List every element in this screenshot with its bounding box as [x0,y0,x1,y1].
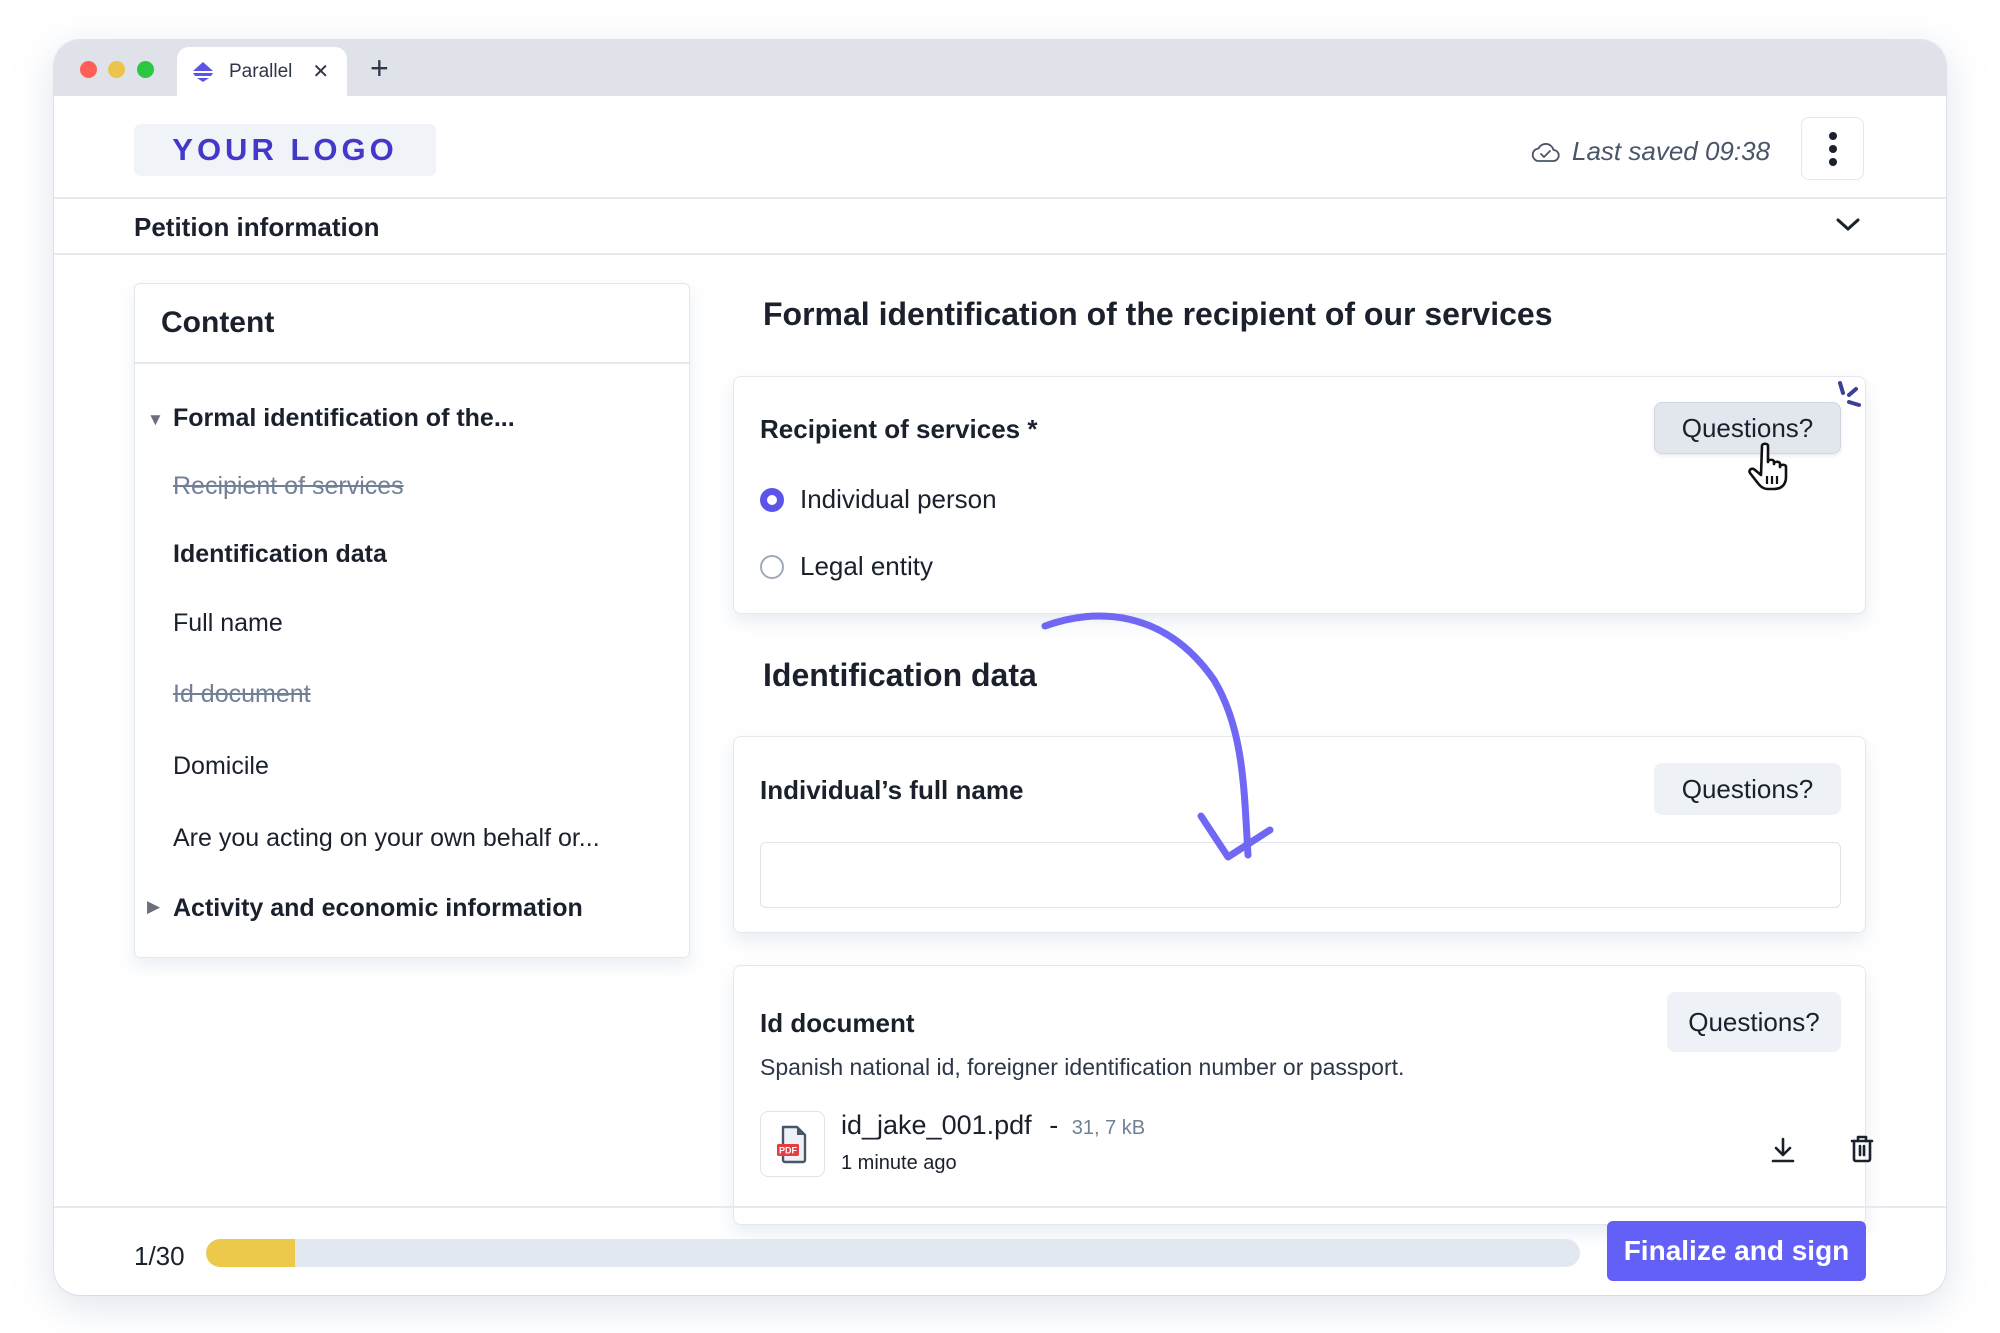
progress-counter: 1/30 [134,1241,185,1271]
file-upload-time: 1 minute ago [841,1152,957,1174]
id-document-label: Id document [760,1008,915,1038]
footer-divider [54,1206,1946,1208]
questions-button[interactable]: Questions? [1654,763,1841,815]
kebab-menu-icon [1828,131,1837,140]
maximize-window-button[interactable] [137,61,154,78]
progress-bar [206,1239,1580,1267]
section-title: Formal identification of the recipient o… [763,296,1553,332]
browser-tab[interactable]: Parallel ✕ [177,47,347,96]
progress-fill [206,1239,296,1267]
chevron-down-icon[interactable] [1834,216,1862,239]
sidebar-item-recipient-of-services[interactable]: Recipient of services [173,472,404,501]
browser-window: Parallel ✕ + YOUR LOGO Last saved 09:38 … [54,40,1946,1295]
plus-icon[interactable]: + [370,50,389,86]
sidebar-item-identification-data[interactable]: Identification data [173,540,387,569]
full-name-input[interactable] [760,842,1841,908]
content-sidebar: Content ▼ Formal identification of the..… [134,283,690,958]
recipient-card: Recipient of services * Questions? Indiv… [733,376,1866,614]
close-window-button[interactable] [80,61,97,78]
trash-icon[interactable] [1850,1134,1874,1169]
sidebar-item-domicile[interactable]: Domicile [173,752,269,781]
file-name[interactable]: id_jake_001.pdf [841,1110,1032,1140]
logo: YOUR LOGO [134,124,436,176]
sidebar-item-id-document[interactable]: Id document [173,680,311,709]
kebab-menu-button[interactable] [1801,117,1864,180]
pdf-badge: PDF [779,1146,798,1156]
id-document-card: Id document Questions? Spanish national … [733,965,1874,1225]
full-name-label: Individual’s full name [760,775,1024,805]
radio-selected-icon[interactable] [760,487,784,512]
full-name-card: Individual’s full name Questions? [733,736,1866,933]
sidebar-item-acting-on-behalf[interactable]: Are you acting on your own behalf or... [173,824,600,853]
last-saved-text: Last saved 09:38 [1572,136,1771,166]
radio-legal-entity[interactable]: Legal entity [760,551,933,582]
finalize-and-sign-button[interactable]: Finalize and sign [1607,1221,1866,1281]
questions-button[interactable]: Questions? [1667,992,1841,1052]
sparkle-icon [1837,380,1867,419]
parallel-logo-icon [191,60,215,84]
annotation-arrow [1041,612,1274,861]
radio-label: Individual person [800,484,997,514]
recipient-label: Recipient of services * [760,414,1038,444]
sidebar-title: Content [161,306,275,339]
download-icon[interactable] [1770,1136,1796,1169]
radio-label: Legal entity [800,551,933,581]
file-separator: - [1049,1110,1059,1140]
identification-data-heading: Identification data [763,657,1037,693]
cloud-check-icon [1530,141,1560,163]
file-size: 31, 7 kB [1071,1117,1146,1139]
sidebar-item-formal-identification[interactable]: Formal identification of the... [173,404,515,433]
id-document-help: Spanish national id, foreigner identific… [760,1054,1405,1080]
header-divider [54,197,1946,199]
tab-title: Parallel [229,60,293,82]
petition-title: Petition information [134,212,380,242]
radio-unselected-icon[interactable] [760,554,784,579]
sidebar-item-activity-economic[interactable]: Activity and economic information [173,894,583,923]
hand-cursor-icon [1748,442,1792,497]
save-status: Last saved 09:38 [1530,136,1770,167]
caret-right-icon[interactable]: ▶ [147,897,160,917]
caret-down-icon[interactable]: ▼ [147,410,164,430]
pdf-file-icon[interactable]: PDF [760,1111,825,1177]
sidebar-item-full-name[interactable]: Full name [173,609,283,638]
radio-individual-person[interactable]: Individual person [760,484,997,515]
file-info[interactable]: id_jake_001.pdf - 31, 7 kB [841,1110,1145,1141]
minimize-window-button[interactable] [108,61,125,78]
close-icon[interactable]: ✕ [312,59,329,84]
sidebar-divider [135,362,689,364]
tab-bar: Parallel ✕ + [54,40,1946,96]
petition-divider [54,253,1946,255]
